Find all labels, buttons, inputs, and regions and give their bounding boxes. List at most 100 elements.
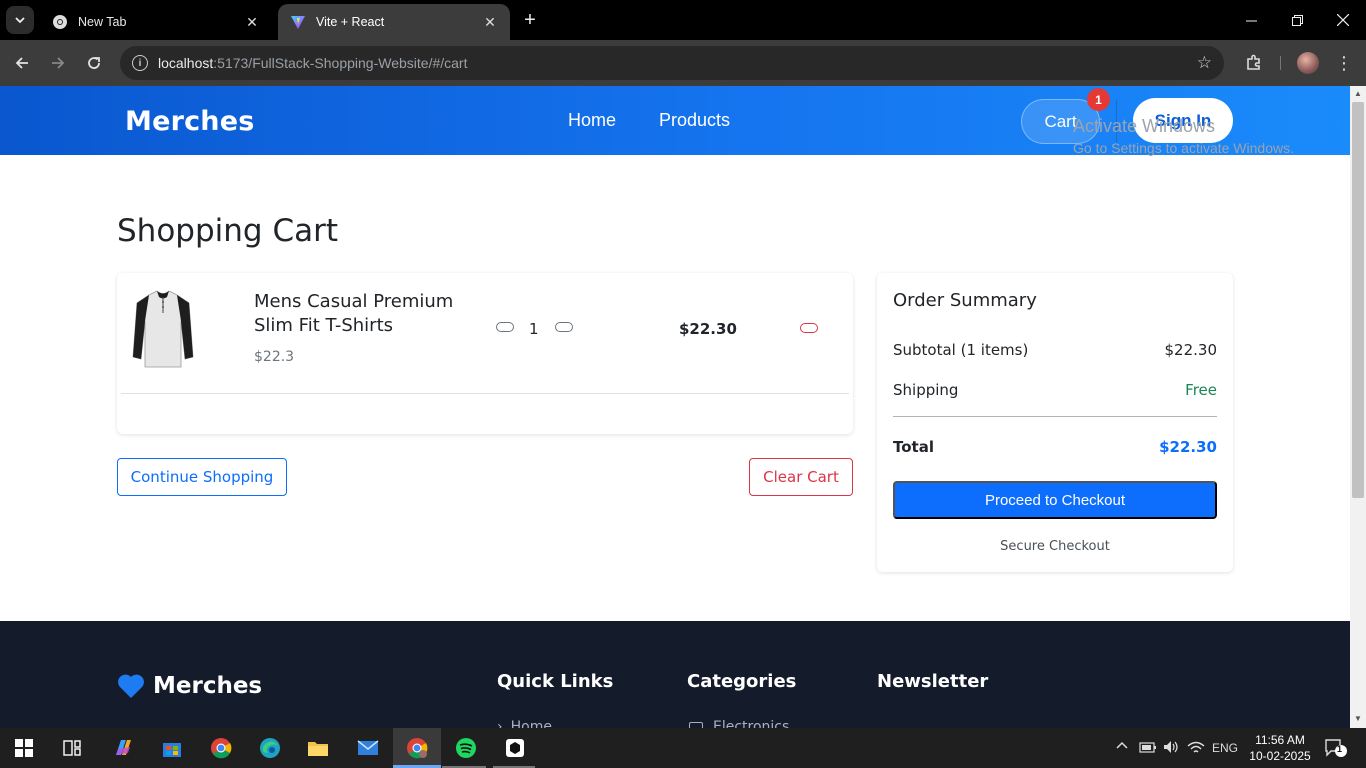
footer-category-electronics[interactable]: Electronics bbox=[689, 719, 789, 728]
chevron-down-icon bbox=[15, 17, 25, 24]
site-footer: Merches Quick Links Categories Newslette… bbox=[0, 621, 1350, 728]
microsoft-store-icon[interactable] bbox=[158, 734, 186, 762]
chrome-profile-icon[interactable] bbox=[403, 734, 431, 762]
remove-item-button[interactable] bbox=[800, 323, 818, 333]
arrow-right-icon bbox=[52, 57, 65, 69]
browser-toolbar: i localhost:5173/FullStack-Shopping-Webs… bbox=[0, 40, 1366, 86]
clock-time: 11:56 AM bbox=[1255, 733, 1305, 747]
quantity-value: 1 bbox=[529, 320, 539, 338]
clear-cart-button[interactable]: Clear Cart bbox=[749, 458, 853, 496]
shipping-row: Shipping Free bbox=[893, 381, 1217, 399]
edge-icon[interactable] bbox=[256, 734, 284, 762]
minimize-icon bbox=[1245, 20, 1257, 21]
footer-logo[interactable]: Merches bbox=[117, 673, 262, 699]
clock-date: 10-02-2025 bbox=[1249, 749, 1311, 763]
spotify-icon[interactable] bbox=[452, 734, 480, 762]
shipping-value: Free bbox=[1185, 381, 1217, 399]
tab-search-button[interactable] bbox=[6, 6, 34, 34]
toolbar-divider bbox=[1280, 56, 1281, 70]
chevron-up-icon[interactable] bbox=[1115, 738, 1129, 755]
tab-title: New Tab bbox=[78, 15, 127, 29]
cart-count-badge: 1 bbox=[1087, 88, 1110, 111]
chrome-icon[interactable] bbox=[207, 734, 235, 762]
forward-button[interactable] bbox=[44, 49, 72, 77]
reload-button[interactable] bbox=[80, 49, 108, 77]
app-box-icon[interactable] bbox=[501, 734, 529, 762]
decrease-quantity-button[interactable] bbox=[496, 322, 514, 332]
watermark-line2: Go to Settings to activate Windows. bbox=[1073, 140, 1294, 156]
tab-new-tab[interactable]: New Tab ✕ bbox=[40, 4, 272, 40]
chevron-right-icon: › bbox=[497, 719, 503, 728]
puzzle-icon bbox=[1247, 54, 1260, 70]
item-total-price: $22.30 bbox=[679, 320, 737, 338]
battery-icon[interactable] bbox=[1139, 740, 1157, 757]
continue-shopping-button[interactable]: Continue Shopping bbox=[117, 458, 287, 496]
mail-icon[interactable] bbox=[354, 734, 382, 762]
site-info-icon[interactable]: i bbox=[132, 55, 148, 71]
product-name[interactable]: Mens Casual Premium Slim Fit T-Shirts bbox=[254, 290, 474, 338]
copilot-icon[interactable] bbox=[109, 734, 137, 762]
cart-items-card: Mens Casual Premium Slim Fit T-Shirts $2… bbox=[117, 273, 853, 434]
total-label: Total bbox=[893, 438, 934, 456]
new-tab-button[interactable]: + bbox=[518, 8, 542, 32]
scroll-up-arrow-icon[interactable]: ▲ bbox=[1353, 89, 1363, 99]
vite-icon bbox=[291, 16, 305, 29]
newsletter-title: Newsletter bbox=[877, 671, 989, 692]
page-viewport: Merches Home Products Cart 1 Sign In Sho… bbox=[0, 86, 1350, 728]
shipping-label: Shipping bbox=[893, 381, 959, 399]
close-icon[interactable]: ✕ bbox=[244, 14, 260, 30]
subtotal-label: Subtotal (1 items) bbox=[893, 341, 1029, 359]
url-text: localhost:5173/FullStack-Shopping-Websit… bbox=[158, 55, 468, 71]
reload-icon bbox=[88, 57, 100, 69]
nav-home[interactable]: Home bbox=[568, 110, 616, 131]
arrow-left-icon bbox=[15, 57, 28, 69]
page-scrollbar[interactable]: ▲ ▼ bbox=[1350, 86, 1366, 728]
increase-quantity-button[interactable] bbox=[555, 322, 573, 332]
categories-title: Categories bbox=[687, 671, 797, 692]
page-title: Shopping Cart bbox=[117, 213, 338, 249]
bookmark-star-icon[interactable]: ☆ bbox=[1197, 53, 1212, 73]
minimize-button[interactable] bbox=[1228, 0, 1274, 40]
file-explorer-icon[interactable] bbox=[304, 734, 332, 762]
windows-taskbar: ENG 11:56 AM 10-02-2025 1 bbox=[0, 728, 1366, 768]
profile-avatar[interactable] bbox=[1297, 52, 1319, 74]
task-view-icon[interactable] bbox=[58, 734, 86, 762]
notification-center-icon[interactable]: 1 bbox=[1324, 738, 1348, 761]
chrome-icon bbox=[53, 15, 67, 29]
secure-checkout-note: Secure Checkout bbox=[1000, 539, 1110, 554]
item-divider bbox=[121, 393, 849, 394]
subtotal-value: $22.30 bbox=[1164, 341, 1218, 359]
tab-vite-react[interactable]: Vite + React ✕ bbox=[278, 4, 510, 40]
quick-links-title: Quick Links bbox=[497, 671, 614, 692]
language-indicator[interactable]: ENG bbox=[1212, 741, 1238, 755]
scroll-down-arrow-icon[interactable]: ▼ bbox=[1353, 714, 1363, 724]
footer-link-home[interactable]: › Home bbox=[497, 719, 552, 728]
close-window-button[interactable] bbox=[1320, 0, 1366, 40]
scrollbar-thumb[interactable] bbox=[1352, 102, 1364, 498]
notification-count: 1 bbox=[1337, 744, 1343, 754]
total-value: $22.30 bbox=[1159, 438, 1217, 456]
tab-title: Vite + React bbox=[316, 15, 385, 29]
wifi-icon[interactable] bbox=[1187, 740, 1205, 757]
footer-logo-text: Merches bbox=[153, 673, 263, 699]
browser-tab-bar: New Tab ✕ Vite + React ✕ + bbox=[0, 0, 1366, 40]
taskbar-clock[interactable]: 11:56 AM 10-02-2025 bbox=[1245, 732, 1315, 764]
activate-windows-watermark: Activate Windows Go to Settings to activ… bbox=[1073, 116, 1294, 156]
restore-icon bbox=[1291, 14, 1303, 26]
windows-start-icon[interactable] bbox=[10, 734, 38, 762]
total-row: Total $22.30 bbox=[893, 438, 1217, 456]
extensions-icon[interactable] bbox=[1243, 52, 1265, 74]
chrome-menu-icon[interactable]: ⋮ bbox=[1334, 50, 1354, 76]
proceed-to-checkout-button[interactable]: Proceed to Checkout bbox=[893, 481, 1217, 519]
nav-products[interactable]: Products bbox=[659, 110, 730, 131]
volume-icon[interactable] bbox=[1162, 739, 1180, 758]
watermark-line1: Activate Windows bbox=[1073, 116, 1216, 136]
address-bar[interactable]: i localhost:5173/FullStack-Shopping-Webs… bbox=[120, 46, 1224, 80]
order-summary-title: Order Summary bbox=[893, 290, 1037, 311]
close-icon[interactable]: ✕ bbox=[482, 14, 498, 30]
site-logo[interactable]: Merches bbox=[125, 106, 255, 137]
restore-button[interactable] bbox=[1274, 0, 1320, 40]
product-image[interactable] bbox=[131, 287, 195, 371]
back-button[interactable] bbox=[8, 49, 36, 77]
summary-divider bbox=[893, 416, 1217, 417]
